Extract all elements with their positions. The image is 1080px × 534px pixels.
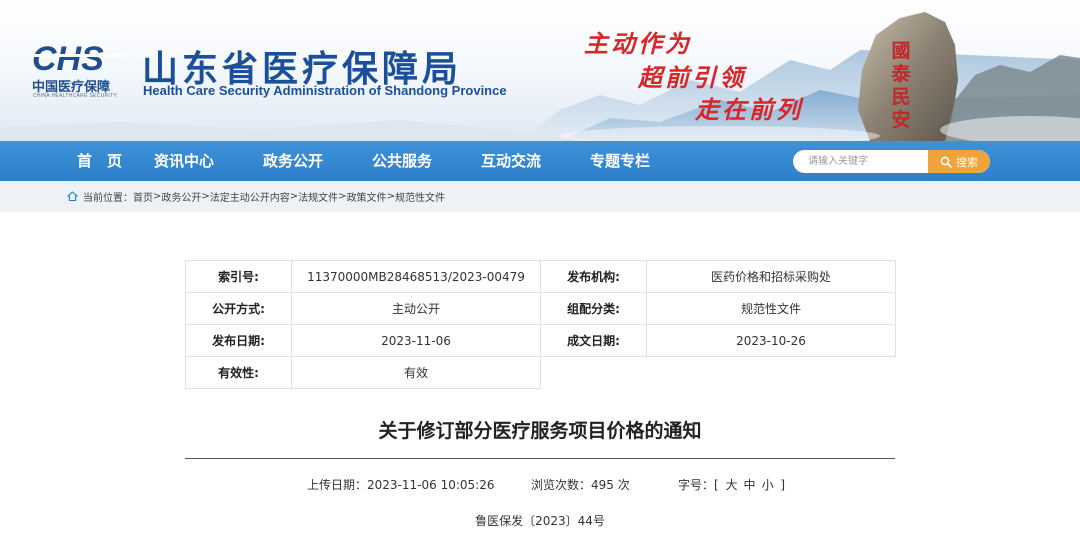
nav-item-home[interactable]: 首 页	[77, 141, 122, 181]
search-button[interactable]: 搜索	[928, 150, 990, 173]
breadcrumb-regulations[interactable]: 法规文件	[298, 189, 338, 204]
slogan-line-2: 超前引领	[638, 63, 746, 92]
font-size-bracket-close: ]	[780, 478, 786, 492]
breadcrumb-statutory-disclosure[interactable]: 法定主动公开内容	[210, 189, 290, 204]
font-size-label: 字号：	[678, 478, 715, 492]
nav-item-news-center[interactable]: 资讯中心	[154, 141, 214, 181]
table-row: 索引号: 11370000MB28468513/2023-00479 发布机构:…	[185, 260, 896, 293]
title-divider	[185, 458, 895, 459]
logo-mark-text: CHS	[32, 40, 104, 76]
font-size-bracket-open: [	[714, 478, 719, 492]
document-number: 鲁医保发〔2023〕44号	[475, 514, 605, 528]
breadcrumb-separator: >	[201, 191, 210, 202]
main-navigation: 首 页 资讯中心 政务公开 公共服务 互动交流 专题专栏 搜索	[0, 141, 1080, 181]
font-size-large[interactable]: 大	[723, 478, 741, 492]
font-size-switcher: 字号：[ 大中小 ]	[678, 476, 785, 493]
upload-date-label: 上传日期：	[307, 478, 368, 492]
validity-label: 有效性:	[185, 356, 292, 389]
breadcrumb-separator: >	[289, 191, 299, 202]
nav-item-interaction[interactable]: 互动交流	[481, 141, 541, 181]
search-button-label: 搜索	[956, 155, 978, 169]
breadcrumb-government-affairs[interactable]: 政务公开	[161, 189, 201, 204]
nav-item-government-affairs[interactable]: 政务公开	[263, 141, 323, 181]
logo-en-text: CHINA HEALTHCARE SECURITY	[33, 93, 118, 99]
category-value: 规范性文件	[646, 292, 896, 325]
written-date-label: 成文日期:	[540, 324, 647, 357]
upload-date-value: 2023-11-06 10:05:26	[367, 478, 495, 492]
breadcrumb-normative-documents[interactable]: 规范性文件	[395, 189, 445, 204]
document-info-table: 索引号: 11370000MB28468513/2023-00479 发布机构:…	[185, 260, 896, 389]
table-row: 发布日期: 2023-11-06 成文日期: 2023-10-26	[185, 324, 896, 357]
empty-cell	[540, 356, 896, 389]
view-count: 浏览次数：495 次	[531, 476, 630, 493]
breadcrumb-separator: >	[386, 191, 395, 202]
validity-value: 有效	[291, 356, 541, 389]
font-size-medium[interactable]: 中	[741, 478, 759, 492]
table-row: 公开方式: 主动公开 组配分类: 规范性文件	[185, 292, 896, 325]
table-row: 有效性: 有效	[185, 356, 896, 389]
breadcrumb-home[interactable]: 首页	[133, 189, 153, 204]
publish-date-label: 发布日期:	[185, 324, 292, 357]
nav-item-special-topics[interactable]: 专题专栏	[590, 141, 650, 181]
breadcrumb-policy-documents[interactable]: 政策文件	[347, 189, 387, 204]
view-count-value: 495	[591, 478, 614, 492]
breadcrumb: 当前位置： 首页 > 政务公开 > 法定主动公开内容 > 法规文件 > 政策文件…	[0, 181, 1080, 212]
view-count-unit: 次	[617, 478, 630, 492]
slogan-line-3: 走在前列	[695, 95, 803, 124]
category-label: 组配分类:	[540, 292, 647, 325]
article-title: 关于修订部分医疗服务项目价格的通知	[378, 420, 702, 442]
search-box: 搜索	[793, 150, 990, 173]
font-size-small[interactable]: 小	[759, 478, 777, 492]
upload-date: 上传日期：2023-11-06 10:05:26	[307, 476, 494, 493]
breadcrumb-separator: >	[338, 191, 347, 202]
written-date-value: 2023-10-26	[646, 324, 896, 357]
breadcrumb-prefix: 当前位置：	[83, 193, 133, 204]
publish-date-value: 2023-11-06	[291, 324, 541, 357]
location-pin-icon	[67, 191, 78, 202]
chs-logo-icon: CHS	[30, 40, 126, 76]
nav-item-public-services[interactable]: 公共服务	[372, 141, 432, 181]
header-banner: CHS 中国医疗保障 CHINA HEALTHCARE SECURITY 山东省…	[0, 0, 1080, 141]
index-number-value: 11370000MB28468513/2023-00479	[291, 260, 541, 293]
search-input[interactable]	[793, 150, 928, 173]
index-number-label: 索引号:	[185, 260, 292, 293]
disclosure-method-label: 公开方式:	[185, 292, 292, 325]
breadcrumb-separator: >	[153, 191, 162, 202]
slogan-line-1: 主动作为	[584, 29, 692, 58]
publishing-agency-label: 发布机构:	[540, 260, 647, 293]
disclosure-method-value: 主动公开	[291, 292, 541, 325]
publishing-agency-value: 医药价格和招标采购处	[646, 260, 896, 293]
view-count-label: 浏览次数：	[531, 478, 592, 492]
rock-inscription: 國泰民安	[891, 40, 911, 131]
search-icon	[940, 156, 952, 168]
site-subtitle: Health Care Security Administration of S…	[143, 83, 507, 98]
